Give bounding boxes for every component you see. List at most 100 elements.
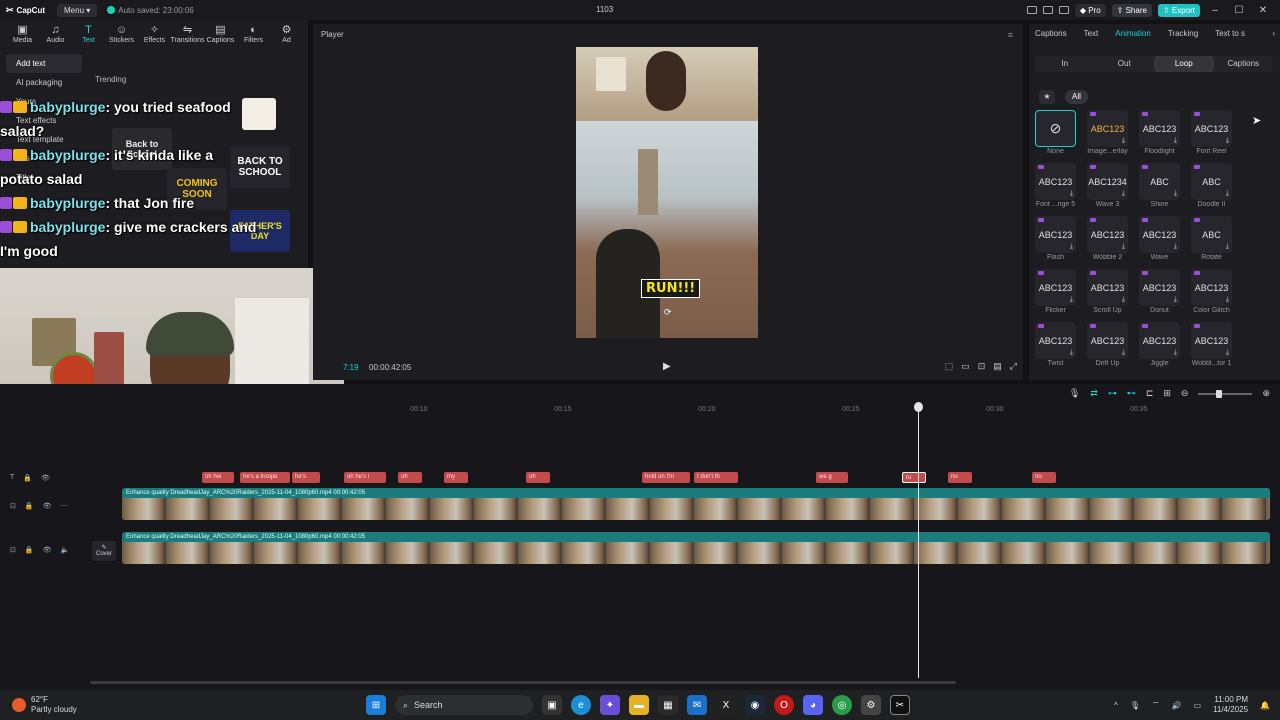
lock-icon[interactable]: 🔒 (23, 474, 32, 482)
tab-audio[interactable]: ♫ Audio (39, 24, 72, 44)
panel-icon[interactable] (1042, 6, 1053, 14)
share-button[interactable]: ⇪ Share (1111, 3, 1152, 17)
wifi-icon[interactable]: ⌔ (1152, 700, 1160, 710)
download-icon[interactable]: ⤓ (1070, 243, 1073, 251)
text-clip[interactable]: he's a troope (240, 472, 290, 483)
playhead[interactable] (918, 406, 919, 678)
link-icon[interactable]: ⇄ (1090, 388, 1098, 399)
tab-filters[interactable]: ◐ Filters (237, 24, 270, 44)
subtab-in[interactable]: In (1035, 56, 1095, 72)
subtab-captions[interactable]: Captions (1214, 56, 1274, 72)
sidebar-item[interactable]: AI packaging (6, 73, 82, 92)
animation-item[interactable]: ABC123 ⤓ Wobbl...tor 1 (1191, 322, 1232, 374)
tab-tracking[interactable]: Tracking (1168, 29, 1206, 38)
text-clip[interactable]: we g (816, 472, 848, 483)
animation-item[interactable]: ABC123 ⤓ Font Reel (1191, 110, 1232, 162)
crop-icon[interactable]: ⬚ (945, 361, 954, 372)
eye-icon[interactable]: 👁 (41, 474, 50, 482)
minimize-icon[interactable]: – (1206, 5, 1224, 16)
volume-tray-icon[interactable]: 🔊 (1172, 701, 1182, 710)
tab-captions[interactable]: Captions (1035, 29, 1075, 38)
subtab-loop[interactable]: Loop (1154, 56, 1214, 72)
tab-text[interactable]: T Text (72, 24, 105, 44)
download-icon[interactable]: ⤓ (1226, 296, 1229, 304)
tab-ad[interactable]: ⚙ Ad (270, 24, 303, 44)
maximize-icon[interactable]: ☐ (1230, 5, 1248, 16)
text-clip[interactable]: I don't th (694, 472, 738, 483)
rotate-handle-icon[interactable]: ⟳ (664, 307, 672, 318)
menu-button[interactable]: Menu ▾ (57, 3, 98, 17)
edge-icon[interactable]: e (571, 695, 591, 715)
mic-tray-icon[interactable]: 🎙 (1130, 701, 1140, 710)
play-icon[interactable]: ▶ (663, 361, 671, 372)
text-clip[interactable]: oh (398, 472, 422, 483)
subtab-out[interactable]: Out (1095, 56, 1155, 72)
tab-captions[interactable]: ▤ Captions (204, 24, 237, 44)
text-clip[interactable]: he's (292, 472, 320, 483)
lock-icon[interactable]: 🔒 (25, 546, 34, 554)
copilot-icon[interactable]: ✦ (600, 695, 620, 715)
close-icon[interactable]: ✕ (1254, 5, 1272, 16)
start-icon[interactable]: ⊞ (366, 695, 386, 715)
download-icon[interactable]: ⤓ (1122, 190, 1125, 198)
taskbar-search[interactable]: ⌕ Search (395, 695, 533, 715)
download-icon[interactable]: ⤓ (1226, 137, 1229, 145)
download-icon[interactable]: ⤓ (1174, 296, 1177, 304)
download-icon[interactable]: ⤓ (1122, 243, 1125, 251)
tabs-scroll-icon[interactable]: › (1272, 29, 1275, 38)
download-icon[interactable]: ⤓ (1226, 190, 1229, 198)
tab-transitions[interactable]: ⇋ Transitions (171, 24, 205, 44)
download-icon[interactable]: ⤓ (1122, 296, 1125, 304)
mic-icon[interactable]: 🎙 (1069, 388, 1080, 399)
animation-item[interactable]: ABC123 ⤓ Wave (1139, 216, 1180, 268)
zoom-slider[interactable] (1198, 389, 1253, 398)
download-icon[interactable]: ⤓ (1070, 296, 1073, 304)
cover-button[interactable]: ✎ Cover (92, 541, 116, 561)
text-clip[interactable]: ru (902, 472, 926, 483)
video-track-main[interactable]: Enhance quality DreadheadJay_ARC%20Raide… (122, 532, 1270, 564)
settings-icon[interactable]: ⚙ (861, 695, 881, 715)
animation-item[interactable]: ABC123 ⤓ Flicker (1035, 269, 1076, 321)
player-menu-icon[interactable]: ≡ (1008, 30, 1013, 40)
shortcuts-icon[interactable] (1058, 6, 1069, 14)
steam-icon[interactable]: ◉ (745, 695, 765, 715)
download-icon[interactable]: ⤓ (1174, 243, 1177, 251)
zoom-fit-icon[interactable]: ⊡ (978, 361, 986, 372)
volume-icon[interactable]: 🔈 (60, 546, 69, 554)
animation-item[interactable]: ABC123 ⤓ Twist (1035, 322, 1076, 374)
animation-item[interactable]: ⊘ None (1035, 110, 1076, 162)
timeline-ruler[interactable]: 00:10 00:15 00:20 00:25 00:30 00:35 (120, 404, 1280, 416)
text-clip[interactable]: oh (526, 472, 550, 483)
animation-item[interactable]: ABC123 ⤓ Wobble 2 (1087, 216, 1128, 268)
opera-icon[interactable]: O (774, 695, 794, 715)
capcut-icon[interactable]: ✂ (890, 695, 910, 715)
tab-media[interactable]: ▣ Media (6, 24, 39, 44)
animation-item[interactable]: ABC123 ⤓ Drift Up (1087, 322, 1128, 374)
download-icon[interactable]: ⤓ (1174, 190, 1177, 198)
animation-item[interactable]: ABC123 ⤓ Jiggle (1139, 322, 1180, 374)
chrome-icon[interactable]: ◎ (832, 695, 852, 715)
animation-item[interactable]: ABC ⤓ Shine (1139, 163, 1180, 215)
tab-text-to-s[interactable]: Text to s (1215, 29, 1253, 38)
clock[interactable]: 11:00 PM 11/4/2025 (1213, 695, 1248, 715)
download-icon[interactable]: ⤓ (1070, 190, 1073, 198)
task-view-icon[interactable]: ▣ (542, 695, 562, 715)
lock-icon[interactable]: 🔒 (25, 502, 34, 510)
export-button[interactable]: ⇧ Export (1157, 3, 1200, 17)
zoom-in-icon[interactable]: ⊕ (1262, 388, 1270, 399)
text-clip[interactable]: oh hei (202, 472, 234, 483)
download-icon[interactable]: ⤓ (1226, 349, 1229, 357)
zoom-out-icon[interactable]: ⊖ (1181, 388, 1189, 399)
tab-animation[interactable]: Animation (1115, 29, 1159, 38)
quality-icon[interactable]: ▤ (993, 361, 1002, 372)
battery-icon[interactable]: ▭ (1193, 701, 1201, 710)
animation-item[interactable]: ABC123 ⤓ Font ...nge 5 (1035, 163, 1076, 215)
text-clip[interactable]: my (444, 472, 468, 483)
layout-icon[interactable] (1026, 6, 1037, 14)
discord-icon[interactable]: ◕ (803, 695, 823, 715)
eye-icon[interactable]: 👁 (43, 546, 52, 554)
timeline-scrollbar[interactable] (90, 681, 956, 684)
fullscreen-icon[interactable]: ⤢ (1010, 361, 1017, 372)
sidebar-item[interactable]: Add text (6, 54, 82, 73)
tab-effects[interactable]: ✧ Effects (138, 24, 171, 44)
